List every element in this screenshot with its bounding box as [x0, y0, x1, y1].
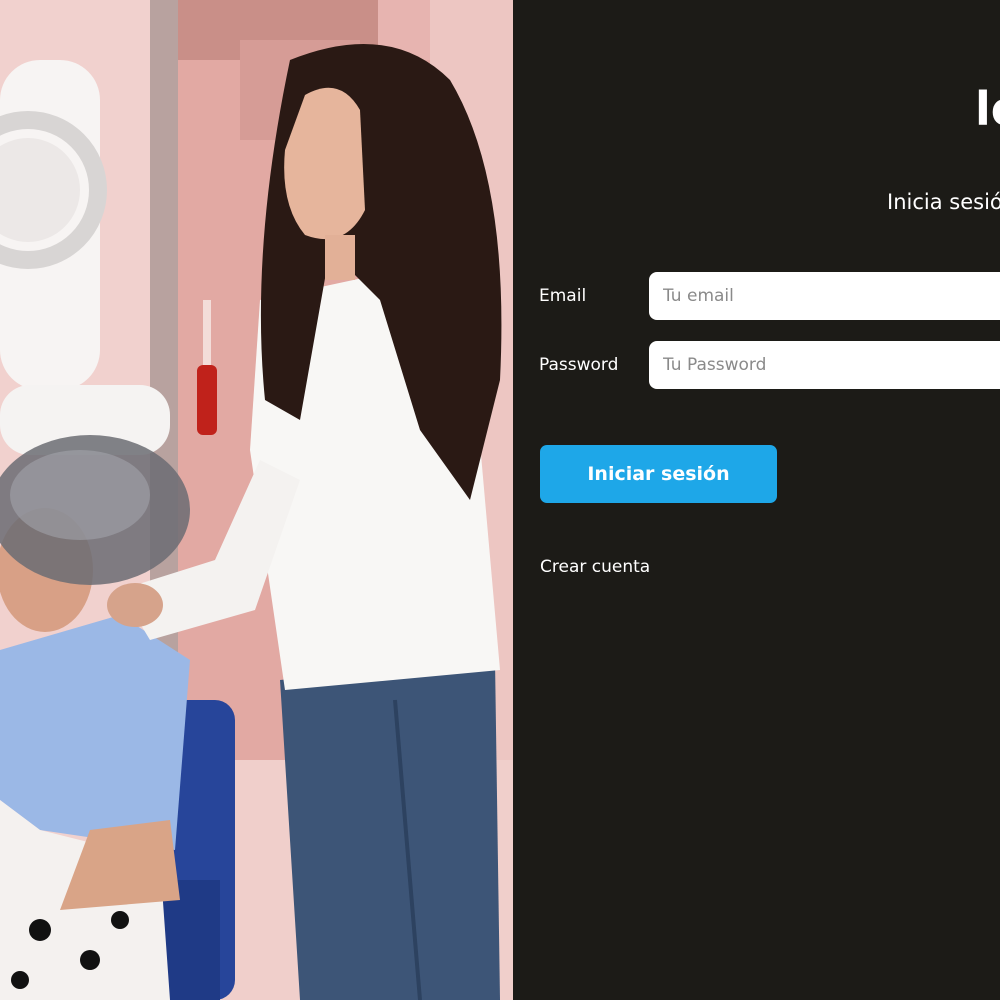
email-field[interactable] [649, 272, 1000, 320]
brand-logo: lo [975, 82, 1000, 136]
login-subtitle: Inicia sesió [887, 190, 1000, 214]
password-field[interactable] [649, 341, 1000, 389]
login-panel: lo Inicia sesió Email Password Iniciar s… [513, 0, 1000, 1000]
salon-illustration [0, 0, 513, 1000]
email-label: Email [539, 286, 587, 306]
create-account-link[interactable]: Crear cuenta [540, 557, 650, 577]
hero-photo [0, 0, 513, 1000]
password-label: Password [539, 355, 619, 375]
login-submit-button[interactable]: Iniciar sesión [540, 445, 777, 503]
